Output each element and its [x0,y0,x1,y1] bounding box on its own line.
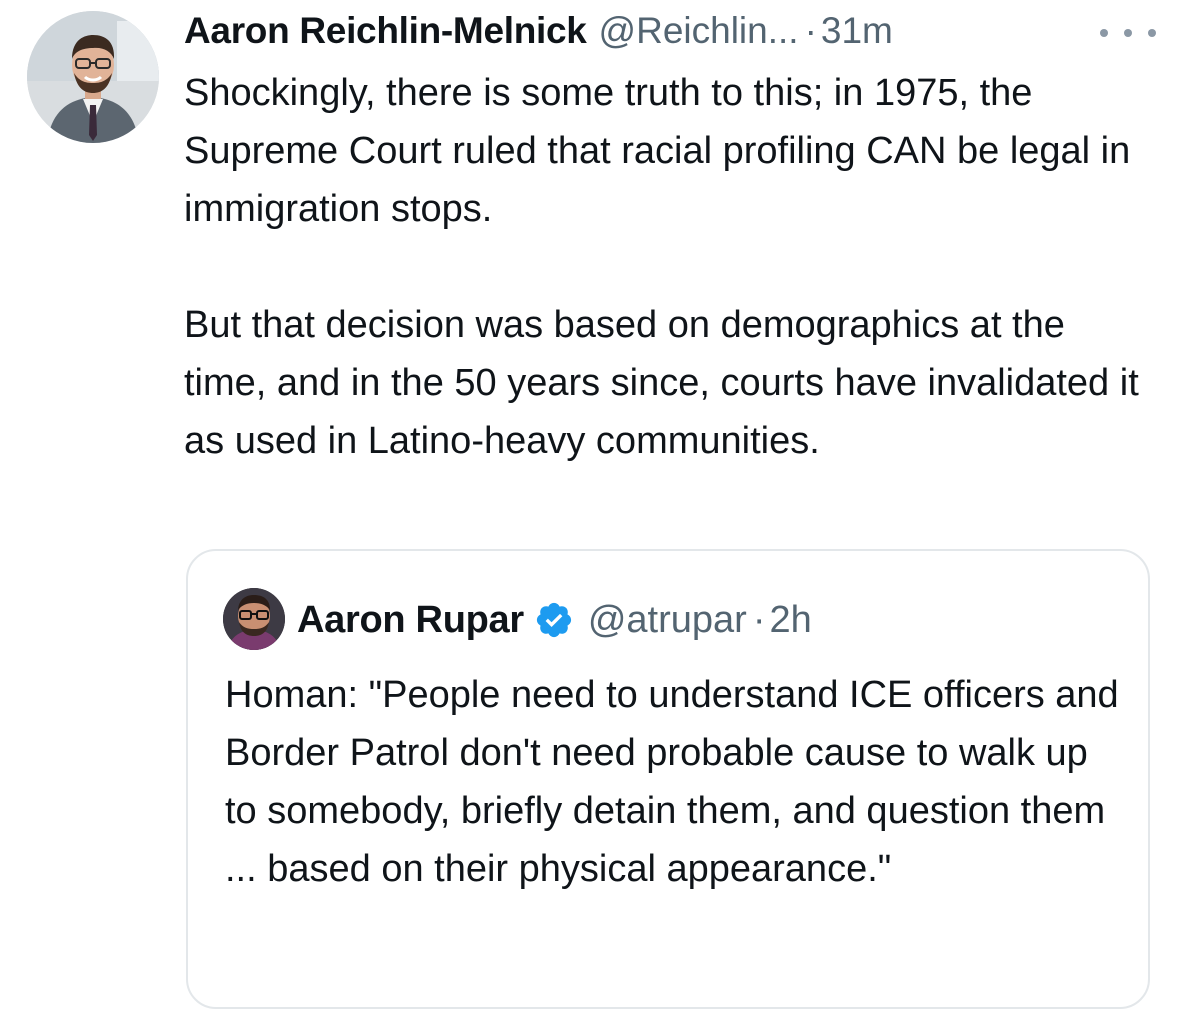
tweet-paragraph: Shockingly, there is some truth to this;… [184,72,1131,230]
tweet-timestamp[interactable]: 31m [821,10,893,52]
quoted-author-avatar[interactable] [223,588,285,650]
author-avatar[interactable] [27,11,159,143]
more-dot [1100,29,1108,37]
quoted-tweet-text: Homan: "People need to understand ICE of… [225,674,1119,890]
quoted-tweet-header: Aaron Rupar @atrupar · 2h [297,595,812,645]
more-options-icon[interactable] [1100,26,1156,40]
more-dot [1148,29,1156,37]
author-handle[interactable]: @Reichlin... [599,10,799,52]
header-separator: · [752,598,766,641]
header-separator: · [804,10,817,51]
quoted-author-handle[interactable]: @atrupar [588,599,747,642]
verified-badge-icon [534,600,574,640]
quoted-author-display-name[interactable]: Aaron Rupar [297,599,524,642]
profile-photo-icon [27,11,159,143]
tweet-text: Shockingly, there is some truth to this;… [184,64,1144,470]
quoted-tweet-card[interactable]: Aaron Rupar @atrupar · 2h Homan: "People… [186,549,1150,1009]
tweet-header: Aaron Reichlin-Melnick @Reichlin... · 31… [184,6,893,56]
author-display-name[interactable]: Aaron Reichlin-Melnick [184,10,587,52]
more-dot [1124,29,1132,37]
tweet-paragraph: But that decision was based on demograph… [184,304,1139,462]
profile-photo-icon [223,588,285,650]
quoted-tweet-timestamp[interactable]: 2h [769,599,811,642]
